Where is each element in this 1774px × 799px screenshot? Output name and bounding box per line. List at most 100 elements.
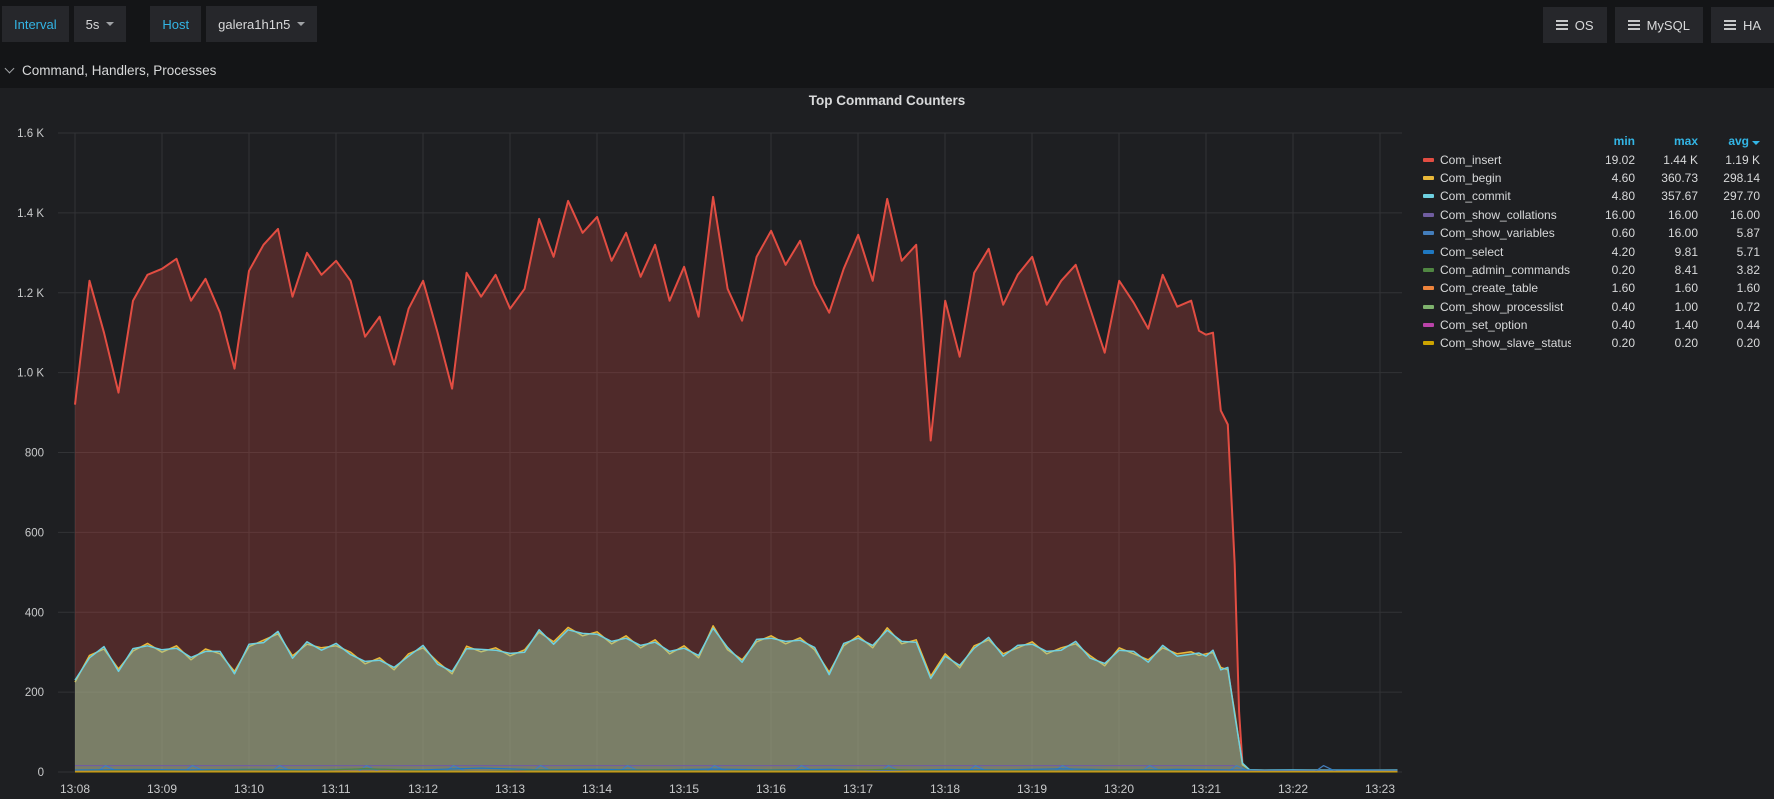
grafana-dashboard: Interval 5s Host galera1h1n5 OS MySQL xyxy=(0,0,1774,799)
legend-min-value: 4.20 xyxy=(1571,245,1635,259)
legend-sort-max[interactable]: max xyxy=(1635,134,1698,148)
legend-color-swatch[interactable] xyxy=(1423,231,1434,235)
legend-min-value: 0.20 xyxy=(1571,263,1635,277)
legend-row[interactable]: Com_show_collations16.0016.0016.00 xyxy=(1420,206,1760,224)
svg-text:13:19: 13:19 xyxy=(1017,782,1047,796)
legend-avg-value: 297.70 xyxy=(1698,189,1760,203)
legend-max-value: 1.44 K xyxy=(1635,153,1698,167)
legend-min-value: 0.20 xyxy=(1571,336,1635,350)
chart-canvas[interactable]: 02004006008001.0 K1.2 K1.4 K1.6 K13:0813… xyxy=(0,0,1774,799)
legend-color-swatch[interactable] xyxy=(1423,158,1434,162)
svg-text:1.6 K: 1.6 K xyxy=(17,128,44,140)
legend-series-name[interactable]: Com_begin xyxy=(1440,171,1571,185)
legend-min-value: 1.60 xyxy=(1571,281,1635,295)
legend-row[interactable]: Com_insert19.021.44 K1.19 K xyxy=(1420,150,1760,168)
svg-text:600: 600 xyxy=(25,527,44,539)
legend-color-swatch[interactable] xyxy=(1423,341,1434,345)
svg-text:13:18: 13:18 xyxy=(930,782,960,796)
svg-text:1.2 K: 1.2 K xyxy=(17,288,44,300)
svg-text:13:17: 13:17 xyxy=(843,782,873,796)
legend-rows: Com_insert19.021.44 K1.19 KCom_begin4.60… xyxy=(1420,150,1760,352)
legend-row[interactable]: Com_select4.209.815.71 xyxy=(1420,242,1760,260)
legend-color-swatch[interactable] xyxy=(1423,250,1434,254)
legend-series-name[interactable]: Com_show_collations xyxy=(1440,208,1571,222)
svg-text:800: 800 xyxy=(25,448,44,460)
legend-row[interactable]: Com_show_slave_status0.200.200.20 xyxy=(1420,334,1760,352)
svg-text:400: 400 xyxy=(25,607,44,619)
svg-text:13:14: 13:14 xyxy=(582,782,612,796)
legend-row[interactable]: Com_set_option0.401.400.44 xyxy=(1420,316,1760,334)
legend-series-name[interactable]: Com_show_slave_status xyxy=(1440,336,1571,350)
svg-text:1.4 K: 1.4 K xyxy=(17,208,44,220)
svg-text:13:11: 13:11 xyxy=(321,782,350,796)
legend-max-value: 1.00 xyxy=(1635,300,1698,314)
legend-color-swatch[interactable] xyxy=(1423,268,1434,272)
svg-text:13:13: 13:13 xyxy=(495,782,525,796)
legend-avg-value: 0.44 xyxy=(1698,318,1760,332)
legend-max-value: 16.00 xyxy=(1635,208,1698,222)
legend-color-swatch[interactable] xyxy=(1423,305,1434,309)
legend-table: min max avg Com_insert19.021.44 K1.19 KC… xyxy=(1420,132,1760,353)
legend-min-value: 19.02 xyxy=(1571,153,1635,167)
legend-sort-avg[interactable]: avg xyxy=(1698,134,1760,148)
legend-avg-value: 5.87 xyxy=(1698,226,1760,240)
legend-max-value: 1.60 xyxy=(1635,281,1698,295)
legend-row[interactable]: Com_admin_commands0.208.413.82 xyxy=(1420,261,1760,279)
legend-series-name[interactable]: Com_show_variables xyxy=(1440,226,1571,240)
legend-avg-value: 3.82 xyxy=(1698,263,1760,277)
legend-row[interactable]: Com_show_processlist0.401.000.72 xyxy=(1420,298,1760,316)
legend-series-name[interactable]: Com_insert xyxy=(1440,153,1571,167)
legend-max-value: 9.81 xyxy=(1635,245,1698,259)
svg-text:0: 0 xyxy=(38,767,44,779)
legend-color-swatch[interactable] xyxy=(1423,213,1434,217)
legend-series-name[interactable]: Com_set_option xyxy=(1440,318,1571,332)
svg-text:13:22: 13:22 xyxy=(1278,782,1308,796)
legend-color-swatch[interactable] xyxy=(1423,323,1434,327)
legend-avg-value: 0.72 xyxy=(1698,300,1760,314)
svg-text:200: 200 xyxy=(25,687,44,699)
legend-color-swatch[interactable] xyxy=(1423,176,1434,180)
legend-color-swatch[interactable] xyxy=(1423,286,1434,290)
sort-caret-icon xyxy=(1752,141,1760,145)
legend-series-name[interactable]: Com_show_processlist xyxy=(1440,300,1571,314)
svg-text:13:21: 13:21 xyxy=(1191,782,1221,796)
legend-avg-value: 5.71 xyxy=(1698,245,1760,259)
legend-row[interactable]: Com_show_variables0.6016.005.87 xyxy=(1420,224,1760,242)
svg-text:13:10: 13:10 xyxy=(234,782,264,796)
legend-sort-min[interactable]: min xyxy=(1571,134,1635,148)
legend-avg-value: 298.14 xyxy=(1698,171,1760,185)
legend-avg-value: 0.20 xyxy=(1698,336,1760,350)
legend-min-value: 4.80 xyxy=(1571,189,1635,203)
legend-row[interactable]: Com_create_table1.601.601.60 xyxy=(1420,279,1760,297)
svg-text:13:15: 13:15 xyxy=(669,782,699,796)
legend-min-value: 0.60 xyxy=(1571,226,1635,240)
legend-series-name[interactable]: Com_create_table xyxy=(1440,281,1571,295)
svg-text:13:16: 13:16 xyxy=(756,782,786,796)
legend-avg-value: 1.19 K xyxy=(1698,153,1760,167)
legend-series-name[interactable]: Com_select xyxy=(1440,245,1571,259)
legend-min-value: 4.60 xyxy=(1571,171,1635,185)
legend-max-value: 8.41 xyxy=(1635,263,1698,277)
svg-text:13:20: 13:20 xyxy=(1104,782,1134,796)
svg-text:13:12: 13:12 xyxy=(408,782,438,796)
panel-top-command-counters: Top Command Counters 02004006008001.0 K1… xyxy=(0,88,1774,799)
legend-row[interactable]: Com_begin4.60360.73298.14 xyxy=(1420,169,1760,187)
legend-avg-value: 1.60 xyxy=(1698,281,1760,295)
legend-header-row: min max avg xyxy=(1420,132,1760,150)
legend-series-name[interactable]: Com_admin_commands xyxy=(1440,263,1571,277)
svg-text:13:23: 13:23 xyxy=(1365,782,1395,796)
legend-row[interactable]: Com_commit4.80357.67297.70 xyxy=(1420,187,1760,205)
legend-color-swatch[interactable] xyxy=(1423,194,1434,198)
legend-min-value: 0.40 xyxy=(1571,318,1635,332)
legend-max-value: 360.73 xyxy=(1635,171,1698,185)
legend-min-value: 0.40 xyxy=(1571,300,1635,314)
legend-min-value: 16.00 xyxy=(1571,208,1635,222)
legend-avg-value: 16.00 xyxy=(1698,208,1760,222)
legend-max-value: 357.67 xyxy=(1635,189,1698,203)
svg-text:13:09: 13:09 xyxy=(147,782,177,796)
legend-max-value: 0.20 xyxy=(1635,336,1698,350)
legend-series-name[interactable]: Com_commit xyxy=(1440,189,1571,203)
legend-max-value: 16.00 xyxy=(1635,226,1698,240)
svg-text:13:08: 13:08 xyxy=(60,782,90,796)
legend-max-value: 1.40 xyxy=(1635,318,1698,332)
